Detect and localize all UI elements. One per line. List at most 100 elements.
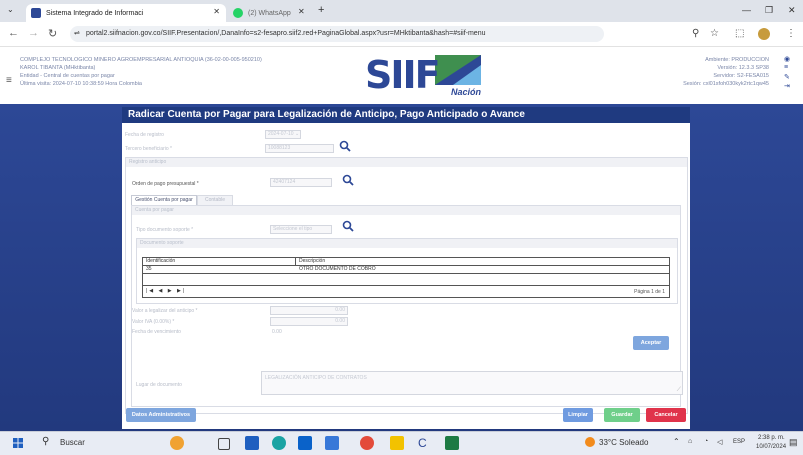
header-version: Versión: 12.3.3 SP38 xyxy=(717,65,769,71)
taskbar-search-label[interactable]: Buscar xyxy=(60,438,85,447)
tray-chevron-icon[interactable]: ⌃ xyxy=(673,437,680,446)
tab-gestion-cuenta[interactable]: Gestión Cuenta por pagar xyxy=(131,195,197,205)
header-sesion: Sesión: cxl01sfoh030kyk2rtc1qw45 xyxy=(683,81,769,87)
close-tab-icon[interactable]: ✕ xyxy=(213,7,220,16)
page-info: Página 1 de 1 xyxy=(634,289,665,295)
cancelar-button[interactable]: Cancelar xyxy=(646,408,686,422)
app-c-icon[interactable]: C xyxy=(418,436,432,450)
form-panel: Radicar Cuenta por Pagar para Legalizaci… xyxy=(122,107,690,429)
windows-start-icon[interactable] xyxy=(13,438,23,448)
forward-icon[interactable]: → xyxy=(28,27,39,39)
table-row[interactable]: 35 OTRO DOCUMENTO DE COBRO xyxy=(143,266,669,274)
registro-section-header: Registro anticipo xyxy=(126,158,687,167)
header-last-visit: Última visita: 2024-07-10 10:38:59 Hora … xyxy=(20,81,142,87)
guardar-button[interactable]: Guardar xyxy=(604,408,640,422)
chevron-down-icon: ⌄ xyxy=(294,131,300,137)
help-icon[interactable]: ◉ xyxy=(784,55,790,63)
doc-soporte-table: Identificación Descripción 35 OTRO DOCUM… xyxy=(142,257,670,298)
tab-whatsapp-title: (2) WhatsApp xyxy=(248,9,291,17)
tab-siif[interactable]: Sistema Integrado de Informaci ✕ xyxy=(26,4,226,22)
bookmark-star-icon[interactable]: ☆ xyxy=(710,28,719,39)
search-tipo-doc-icon[interactable] xyxy=(342,220,354,232)
weather-text[interactable]: 33°C Soleado xyxy=(599,438,648,447)
obs-textarea[interactable]: LEGALIZACIÓN ANTICIPO DE CONTRATOS ⟋ xyxy=(261,371,683,395)
back-icon[interactable]: ← xyxy=(8,27,19,39)
valor-input[interactable]: 0.00 xyxy=(270,306,348,315)
menu-icon[interactable]: ⋮ xyxy=(786,28,796,39)
chrome-icon[interactable] xyxy=(360,436,374,450)
close-tab-icon[interactable]: ✕ xyxy=(298,7,305,16)
col-identificacion-header: Identificación xyxy=(146,258,176,264)
cortana-icon[interactable] xyxy=(170,436,184,450)
outlook-icon[interactable] xyxy=(298,436,312,450)
resize-handle-icon[interactable]: ⟋ xyxy=(677,387,681,394)
search-orden-icon[interactable] xyxy=(342,174,354,186)
siif-header: ≡ COMPLEJO TECNOLOGICO MINERO AGROEMPRES… xyxy=(0,47,803,105)
store-icon[interactable] xyxy=(325,436,339,450)
fecha-doc-label: Fecha de vencimiento xyxy=(132,329,181,335)
limpiar-button[interactable]: Limpiar xyxy=(563,408,593,422)
fecha-label: Fecha de registro xyxy=(125,132,164,138)
column-divider xyxy=(295,258,296,265)
zoom-icon[interactable]: ⚲ xyxy=(692,28,699,39)
browser-tab-bar: ⌄ Sistema Integrado de Informaci ✕ (2) W… xyxy=(0,0,803,22)
fecha-select[interactable]: 2024-07-10 ⌄ xyxy=(265,130,301,139)
tercero-label: Tercero beneficiario * xyxy=(125,146,172,152)
table-pager: |◀ ◀ ▶ ▶| Página 1 de 1 xyxy=(143,285,669,297)
siif-favicon xyxy=(31,8,41,18)
obs-label: Lugar de documento xyxy=(136,382,182,388)
logout-icon[interactable]: ⇥ xyxy=(784,82,790,90)
security-icon[interactable] xyxy=(390,436,404,450)
close-window-icon[interactable]: ✕ xyxy=(788,5,796,16)
network-icon[interactable]: ⌂ xyxy=(688,438,692,445)
file-explorer-icon[interactable] xyxy=(245,436,259,450)
valor-value: 0.00 xyxy=(335,307,345,313)
siif-logo: SIIF Nación xyxy=(363,51,493,105)
task-view-icon[interactable] xyxy=(218,438,230,450)
new-tab-button[interactable]: + xyxy=(318,4,324,16)
pin-icon[interactable]: ✎ xyxy=(784,73,790,81)
header-ambiente: Ambiente: PRODUCCION xyxy=(705,57,769,63)
header-entity[interactable]: Entidad - Central de cuentas por pagar xyxy=(20,73,115,80)
aceptar-button[interactable]: Aceptar xyxy=(633,336,669,350)
valor-label: Valor a legalizar del anticipo * xyxy=(132,308,198,314)
fecha-value: 2024-07-10 xyxy=(268,131,294,137)
header-org: COMPLEJO TECNOLOGICO MINERO AGROEMPRESAR… xyxy=(20,57,262,63)
obs-value: LEGALIZACIÓN ANTICIPO DE CONTRATOS xyxy=(265,375,367,381)
browser-toolbar: ← → ↻ ⇌ portal2.siifnacion.gov.co/SIIF.P… xyxy=(0,22,803,47)
profile-avatar-icon[interactable] xyxy=(758,28,770,40)
weather-icon xyxy=(585,437,595,447)
clock-date[interactable]: 10/07/2024 xyxy=(756,444,786,450)
windows-taskbar: ⚲ Buscar C 33°C Soleado ⌃ ⌂ ◔ ◁ ESP 2:38… xyxy=(0,431,803,455)
orden-input[interactable]: 42407124 xyxy=(270,178,332,187)
wifi-icon[interactable]: ◔ xyxy=(704,438,708,445)
datos-administrativos-button[interactable]: Datos Administrativos xyxy=(126,408,196,422)
extensions-icon[interactable]: ⬚ xyxy=(735,28,744,39)
minimize-icon[interactable]: — xyxy=(742,5,751,15)
tab-list-icon[interactable]: ⌄ xyxy=(7,5,14,14)
iva-label: Valor IVA (0.00%) * xyxy=(132,319,175,325)
maximize-icon[interactable]: ❐ xyxy=(765,5,773,16)
address-bar[interactable]: ⇌ portal2.siifnacion.gov.co/SIIF.Present… xyxy=(70,26,604,42)
tipo-doc-label: Tipo documento soporte * xyxy=(136,227,194,233)
clock-time[interactable]: 2:38 p. m. xyxy=(758,435,785,441)
iva-input[interactable]: 0.00 xyxy=(270,317,348,326)
info-icon[interactable]: ≡ xyxy=(784,64,788,71)
search-tercero-icon[interactable] xyxy=(339,140,351,152)
doc-soporte-section-header: Documento soporte xyxy=(137,239,677,248)
site-info-icon[interactable]: ⇌ xyxy=(74,26,80,42)
tipo-doc-select[interactable]: Seleccione el tipo xyxy=(270,225,332,234)
table-header-row: Identificación Descripción xyxy=(143,258,669,266)
tercero-input[interactable]: 10088123 xyxy=(265,144,334,153)
fecha-doc-value: 0.00 xyxy=(272,329,282,335)
search-icon[interactable]: ⚲ xyxy=(42,436,49,447)
language-indicator[interactable]: ESP xyxy=(733,439,745,445)
header-servidor: Servidor: S2-FESA015 xyxy=(713,73,769,79)
notifications-icon[interactable]: ▤ xyxy=(789,437,798,448)
edge-icon[interactable] xyxy=(272,436,286,450)
volume-icon[interactable]: ◁ xyxy=(717,438,722,446)
excel-icon[interactable] xyxy=(445,436,459,450)
hamburger-menu-icon[interactable]: ≡ xyxy=(6,75,12,86)
pager-controls[interactable]: |◀ ◀ ▶ ▶| xyxy=(146,288,186,294)
reload-icon[interactable]: ↻ xyxy=(48,27,57,40)
